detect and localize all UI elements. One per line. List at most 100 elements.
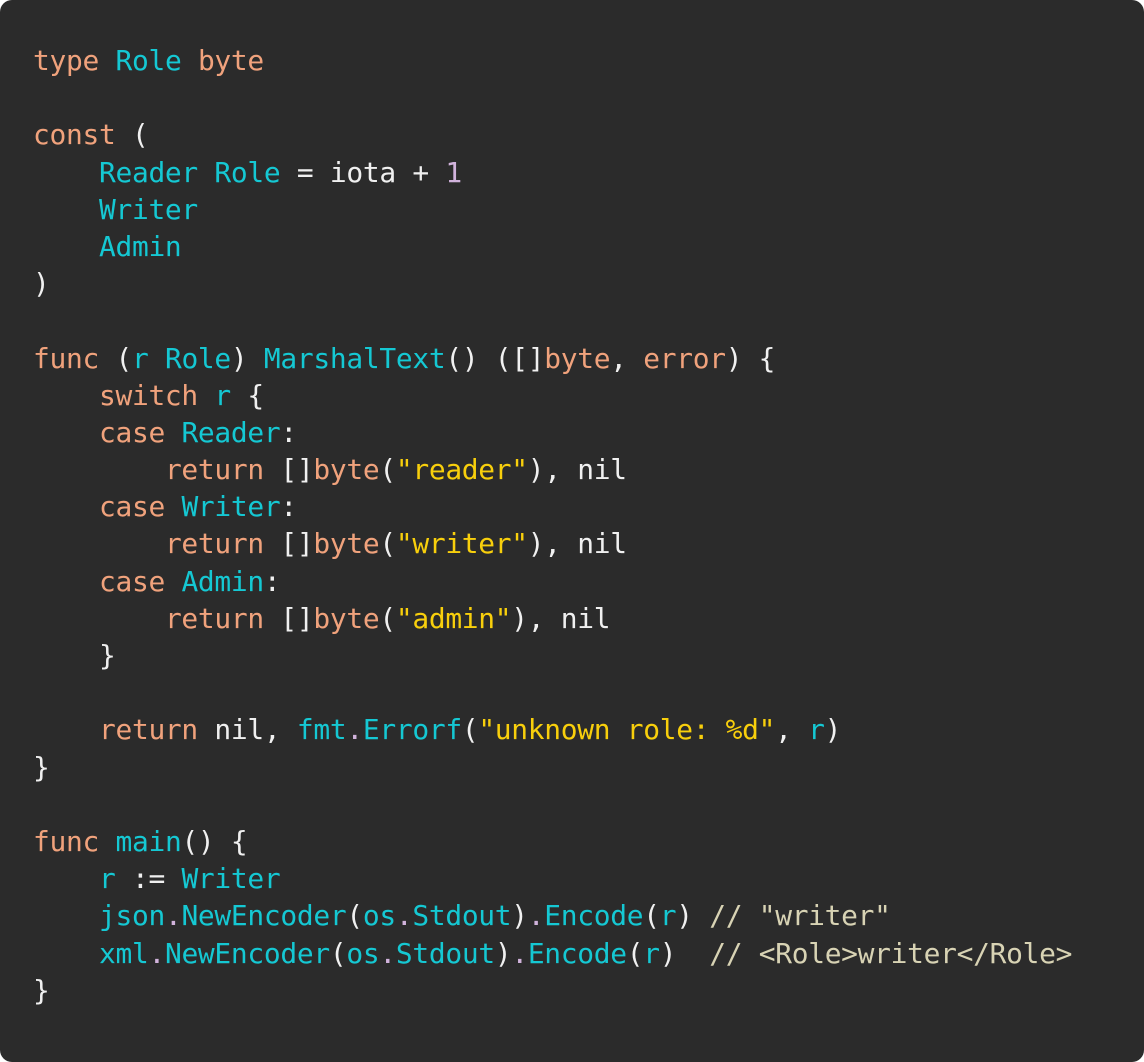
keyword-token: byte — [313, 453, 380, 487]
punctuation-token: : — [280, 490, 297, 524]
identifier-token: Encode — [544, 899, 644, 933]
identifier-token: json — [98, 899, 165, 933]
punctuation-token: ) — [676, 899, 710, 933]
keyword-token: byte — [544, 341, 611, 375]
identifier-token: os — [362, 899, 396, 933]
punctuation-token: : — [280, 415, 297, 449]
punctuation-token: ), nil — [527, 527, 627, 561]
identifier-token: Errorf — [362, 713, 462, 747]
identifier-token: r — [659, 899, 677, 933]
keyword-token: byte — [197, 44, 264, 77]
code-line: return []byte("reader"), nil — [33, 451, 1072, 488]
identifier-token: MarshalText — [263, 341, 446, 375]
identifier-token: Role — [115, 44, 182, 77]
identifier-token: Stdout — [412, 899, 512, 933]
punctuation-token: [] — [263, 601, 314, 635]
dot-token: . — [527, 899, 545, 933]
string-token: "reader" — [395, 453, 528, 487]
code-line: func (r Role) MarshalText() ([]byte, err… — [33, 340, 1072, 377]
punctuation-token: ), nil — [511, 601, 611, 635]
identifier-token: Role — [164, 341, 231, 375]
punctuation-token: () { — [181, 824, 248, 858]
identifier-token: Reader — [181, 415, 281, 449]
code-line: return []byte("writer"), nil — [33, 525, 1072, 562]
identifier-token: r — [643, 936, 660, 970]
punctuation-token: ( — [626, 936, 644, 970]
punctuation-token: } — [33, 973, 50, 1007]
code-line: return nil, fmt.Errorf("unknown role: %d… — [33, 711, 1072, 748]
punctuation-token: () ([] — [445, 341, 545, 375]
dot-token: . — [379, 936, 396, 970]
punctuation-token: ) — [511, 899, 528, 933]
identifier-token: xml — [98, 936, 149, 970]
punctuation-token: ) — [824, 713, 842, 747]
punctuation-token: ( — [98, 341, 132, 375]
comment-token: // <Role>writer</Role> — [709, 936, 1073, 970]
punctuation-token: ) { — [725, 341, 776, 375]
number-token: 1 — [445, 155, 462, 189]
identifier-token: Role — [214, 155, 281, 189]
punctuation-token: , — [775, 713, 809, 747]
dot-token: . — [511, 936, 528, 970]
code-line: type Role byte — [33, 42, 1072, 79]
punctuation-token: } — [33, 750, 50, 784]
punctuation-token: ( — [379, 601, 396, 635]
identifier-token: Stdout — [395, 936, 495, 970]
keyword-token: error — [643, 341, 726, 375]
identifier-token: Reader — [98, 155, 198, 189]
identifier-token: os — [346, 936, 380, 970]
punctuation-token: , — [610, 341, 644, 375]
code-line: const ( — [33, 116, 1072, 153]
punctuation-token: ( — [461, 713, 479, 747]
identifier-token: main — [115, 824, 182, 858]
code-line: } — [33, 749, 1072, 786]
code-line: Writer — [33, 191, 1072, 228]
punctuation-token: ( — [643, 899, 660, 933]
code-line: } — [33, 637, 1072, 674]
punctuation-token: ) — [659, 936, 710, 970]
code-line: json.NewEncoder(os.Stdout).Encode(r) // … — [33, 897, 1072, 934]
identifier-token: Writer — [98, 192, 198, 226]
punctuation-token: : — [263, 564, 281, 598]
punctuation-token: [] — [263, 453, 314, 487]
punctuation-token: ) — [494, 936, 512, 970]
punctuation-token: ( — [346, 899, 363, 933]
code-line: Admin — [33, 228, 1072, 265]
code-line: return []byte("admin"), nil — [33, 600, 1072, 637]
comment-token: // "writer" — [709, 899, 891, 933]
dot-token: . — [148, 936, 165, 970]
code-snippet-card: type Role byte const ( Reader Role = iota… — [0, 0, 1144, 1062]
plain-token: = iota + — [280, 155, 446, 189]
keyword-token: return — [98, 713, 198, 747]
keyword-token: case — [98, 564, 165, 598]
identifier-token: NewEncoder — [181, 899, 347, 933]
code-line: case Writer: — [33, 488, 1072, 525]
code-line: Reader Role = iota + 1 — [33, 154, 1072, 191]
keyword-token: case — [98, 415, 165, 449]
code-block: type Role byte const ( Reader Role = iota… — [33, 42, 1072, 1009]
punctuation-token: := — [115, 862, 182, 896]
identifier-token: fmt — [296, 713, 347, 747]
dot-token: . — [346, 713, 363, 747]
code-line: r := Writer — [33, 860, 1072, 897]
dot-token: . — [164, 899, 182, 933]
